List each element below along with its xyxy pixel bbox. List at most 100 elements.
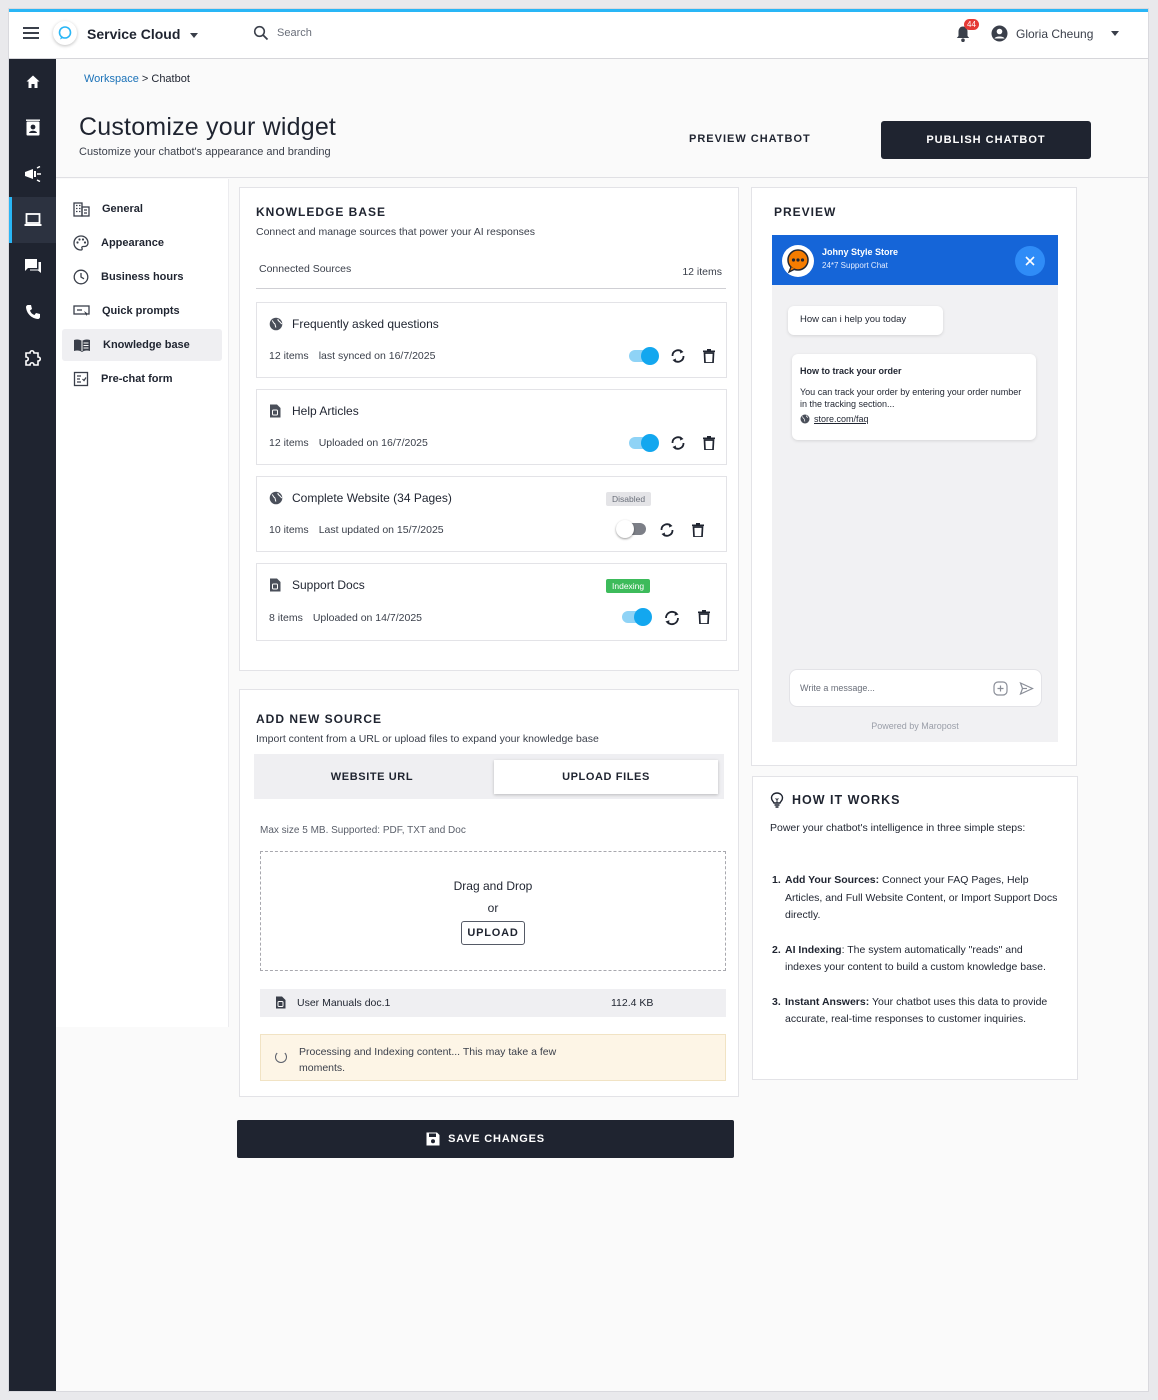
- breadcrumb-workspace-link[interactable]: Workspace: [84, 73, 139, 85]
- notification-badge: 44: [964, 19, 979, 30]
- or-label: or: [487, 901, 499, 915]
- sync-icon[interactable]: [670, 435, 686, 451]
- source-items: 8 items: [269, 612, 303, 624]
- source-date: Uploaded on 16/7/2025: [318, 437, 428, 449]
- spinner-icon: [275, 1051, 287, 1063]
- knowledge-base-title: KNOWLEDGE BASE: [256, 205, 387, 219]
- steps-list: 1. Add Your Sources: Connect your FAQ Pag…: [770, 872, 1060, 1046]
- list-item: 3. Instant Answers: Your chatbot uses thi…: [770, 994, 1060, 1029]
- trash-icon[interactable]: [698, 610, 710, 624]
- step-heading: Add Your Sources:: [785, 874, 880, 886]
- source-toggle[interactable]: [616, 520, 646, 538]
- phone-icon[interactable]: [9, 289, 56, 335]
- dropzone[interactable]: Drag and Drop or UPLOAD: [260, 851, 726, 971]
- attach-icon[interactable]: [993, 681, 1008, 696]
- how-it-works-title: HOW IT WORKS: [792, 793, 901, 807]
- campaign-icon[interactable]: [9, 151, 56, 197]
- connected-sources-label: Connected Sources: [259, 263, 352, 275]
- book-icon: [74, 339, 90, 352]
- notifications-button[interactable]: 44: [955, 19, 979, 48]
- sidebar-item-business-hours[interactable]: Business hours: [62, 261, 222, 293]
- upload-button[interactable]: UPLOAD: [461, 921, 525, 945]
- close-chat-button[interactable]: [1015, 246, 1045, 276]
- message-input[interactable]: Write a message...: [789, 669, 1042, 707]
- trash-icon[interactable]: [703, 349, 715, 363]
- file-icon: [276, 996, 286, 1009]
- source-toggle[interactable]: [629, 347, 659, 365]
- search-input[interactable]: Search: [253, 25, 312, 41]
- chat-icon[interactable]: [9, 243, 56, 289]
- close-icon: [1025, 256, 1035, 266]
- source-card: Help Articles 12 items Uploaded on 16/7/2…: [256, 389, 727, 465]
- uploaded-file-row: User Manuals doc.1 112.4 KB: [260, 989, 726, 1017]
- sidebar-item-knowledge-base[interactable]: Knowledge base: [62, 329, 222, 361]
- sidebar-item-label: General: [102, 203, 143, 215]
- app-name: Service Cloud: [87, 26, 181, 42]
- add-source-subtitle: Import content from a URL or upload file…: [256, 733, 599, 745]
- chat-header: Johny Style Store 24*7 Support Chat: [772, 235, 1058, 285]
- file-size: 112.4 KB: [611, 997, 654, 1009]
- list-item: 1. Add Your Sources: Connect your FAQ Pag…: [770, 872, 1060, 925]
- sync-icon[interactable]: [670, 348, 686, 364]
- knowledge-base-card: KNOWLEDGE BASE Connect and manage source…: [239, 187, 739, 671]
- source-toggle[interactable]: [622, 608, 652, 626]
- store-name: Johny Style Store: [822, 247, 899, 257]
- source-name: Frequently asked questions: [292, 317, 439, 331]
- sidebar-item-pre-chat-form[interactable]: Pre-chat form: [62, 363, 222, 395]
- answer-link[interactable]: store.com/faq: [800, 414, 1028, 424]
- trash-icon[interactable]: [703, 436, 715, 450]
- sync-icon[interactable]: [659, 522, 675, 538]
- sidebar-item-general[interactable]: General: [62, 193, 222, 225]
- home-icon[interactable]: [9, 59, 56, 105]
- user-menu[interactable]: Gloria Cheung: [991, 25, 1120, 42]
- trash-icon[interactable]: [692, 523, 704, 537]
- answer-link-text: store.com/faq: [814, 414, 869, 424]
- source-card: Support Docs Indexing 8 items Uploaded on…: [256, 563, 727, 641]
- answer-title: How to track your order: [800, 366, 902, 376]
- breadcrumb: Workspace > Chatbot: [84, 73, 190, 85]
- publish-chatbot-button[interactable]: PUBLISH CHATBOT: [881, 121, 1091, 159]
- top-bar: Service Cloud Search 44 Gloria Cheung: [9, 9, 1148, 59]
- contacts-icon[interactable]: [9, 105, 56, 151]
- how-it-works-intro: Power your chatbot's intelligence in thr…: [770, 822, 1026, 834]
- avatar-icon: [991, 25, 1008, 42]
- globe-icon: [800, 414, 810, 424]
- refresh-icon[interactable]: [663, 609, 681, 627]
- globe-icon: [269, 317, 283, 331]
- source-toggle[interactable]: [629, 434, 659, 452]
- laptop-icon[interactable]: [9, 197, 56, 243]
- tab-website-url[interactable]: WEBSITE URL: [254, 760, 490, 794]
- app-window: Service Cloud Search 44 Gloria Cheung Wo…: [8, 8, 1149, 1392]
- building-icon: [73, 202, 90, 217]
- chat-widget-preview: Johny Style Store 24*7 Support Chat How …: [772, 235, 1058, 742]
- add-source-title: ADD NEW SOURCE: [256, 712, 383, 726]
- step-number: 2.: [772, 943, 781, 956]
- page-subtitle: Customize your chatbot's appearance and …: [79, 146, 331, 158]
- greeting-bubble: How can i help you today: [788, 306, 943, 335]
- page-title: Customize your widget: [79, 113, 337, 141]
- source-items: 12 items: [269, 350, 309, 362]
- add-source-card: ADD NEW SOURCE Import content from a URL…: [239, 689, 739, 1097]
- sidebar-item-quick-prompts[interactable]: Quick prompts: [62, 295, 222, 327]
- source-meta: 12 items Uploaded on 16/7/2025: [269, 437, 428, 449]
- source-card: Frequently asked questions 12 items last …: [256, 302, 727, 378]
- knowledge-base-subtitle: Connect and manage sources that power yo…: [256, 226, 535, 238]
- app-switcher[interactable]: Service Cloud: [87, 26, 199, 42]
- save-icon: [426, 1132, 440, 1146]
- source-meta: 10 items Last updated on 15/7/2025: [269, 524, 444, 536]
- header-divider: [56, 177, 1148, 178]
- lightbulb-icon: [770, 792, 784, 808]
- menu-icon[interactable]: [23, 27, 39, 41]
- status-badge: Disabled: [606, 492, 652, 506]
- processing-text: Processing and Indexing content... This …: [299, 1046, 557, 1074]
- send-icon[interactable]: [1019, 681, 1034, 696]
- save-changes-label: SAVE CHANGES: [448, 1133, 545, 1145]
- source-card: Complete Website (34 Pages) Disabled 10 …: [256, 476, 727, 552]
- preview-chatbot-button[interactable]: PREVIEW CHATBOT: [689, 133, 811, 145]
- extension-icon[interactable]: [9, 335, 56, 381]
- save-changes-button[interactable]: SAVE CHANGES: [237, 1120, 734, 1158]
- store-avatar: [782, 245, 814, 277]
- list-item: 2. AI Indexing: The system automatically …: [770, 942, 1060, 977]
- sidebar-item-appearance[interactable]: Appearance: [62, 227, 222, 259]
- tab-upload-files[interactable]: UPLOAD FILES: [494, 760, 718, 794]
